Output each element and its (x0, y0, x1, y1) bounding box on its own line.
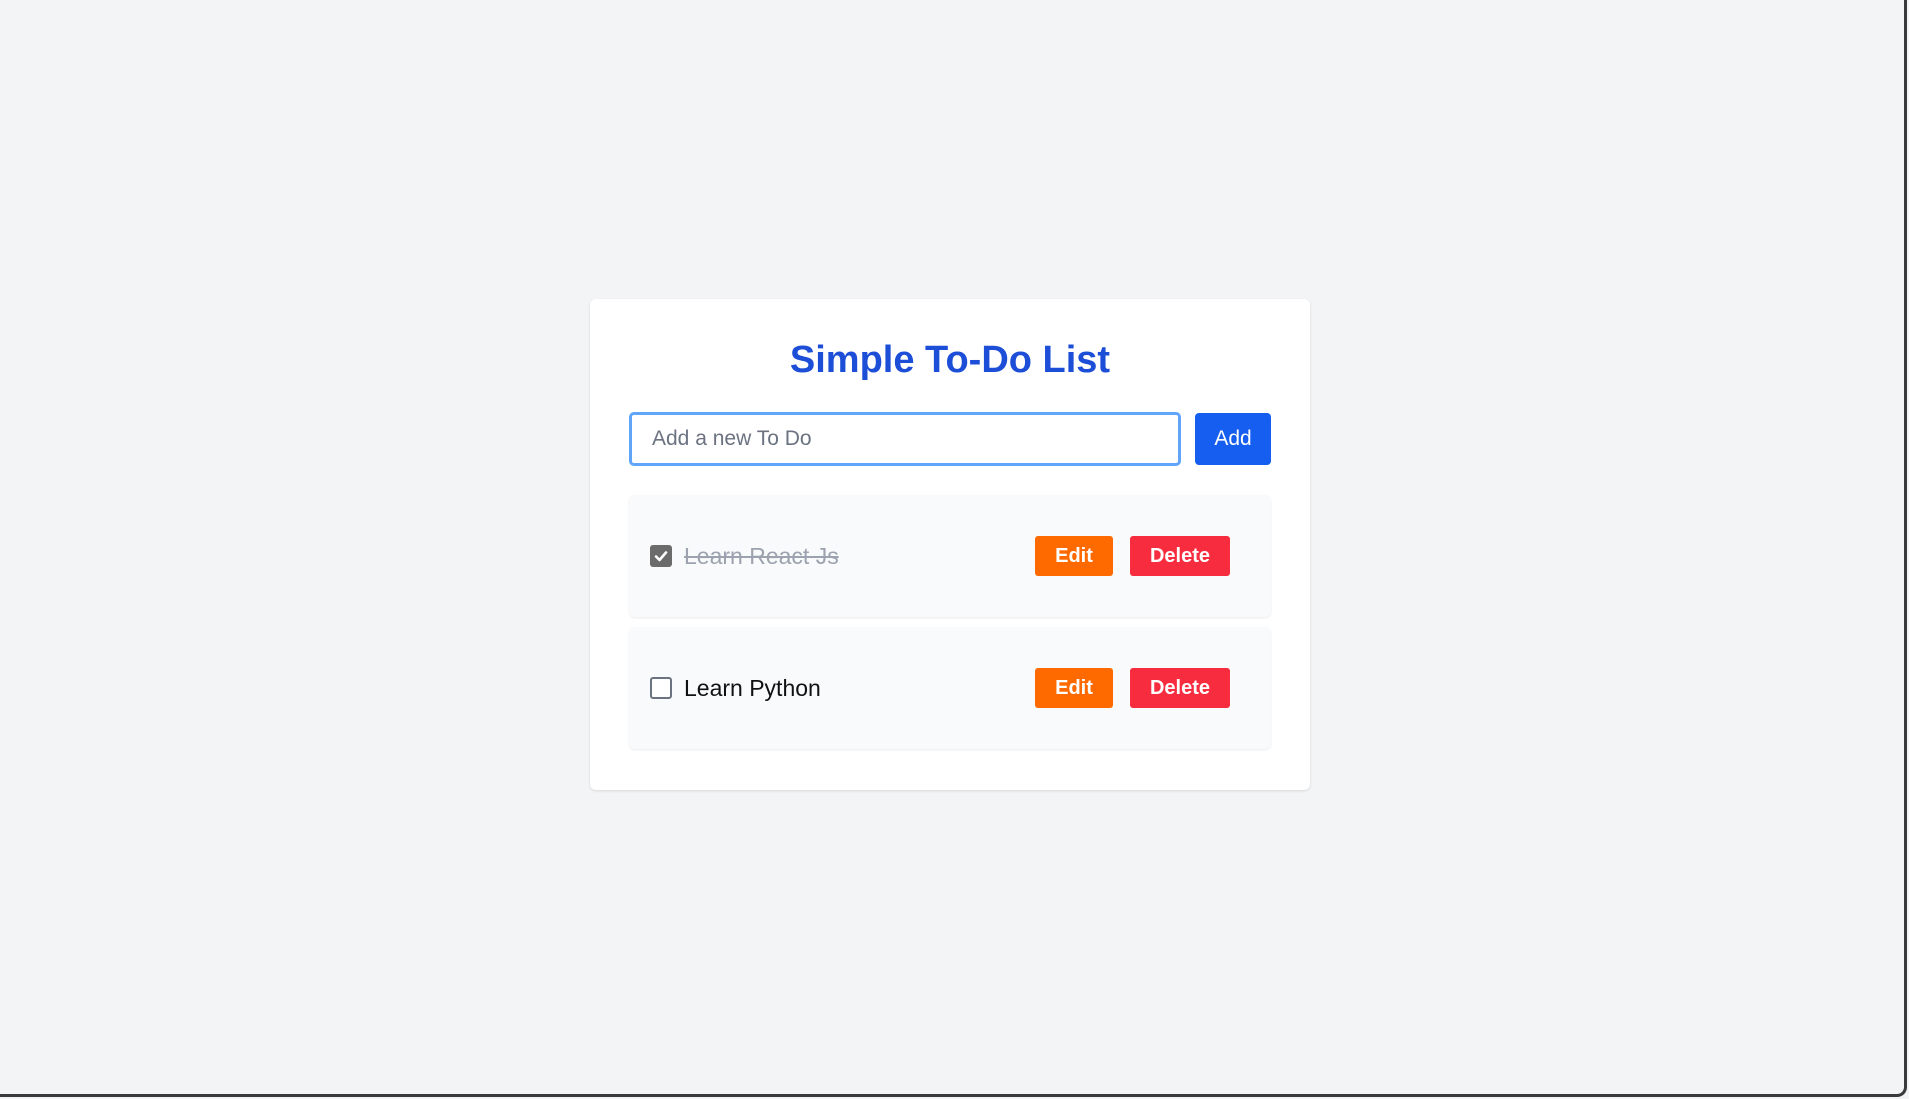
todo-item: Learn Python Edit Delete (629, 627, 1271, 749)
browser-viewport: Simple To-Do List Add Learn React Js Edi… (0, 0, 1907, 1097)
checkmark-icon (654, 551, 668, 562)
todo-card: Simple To-Do List Add Learn React Js Edi… (590, 299, 1310, 790)
todo-list: Learn React Js Edit Delete Learn Python … (629, 495, 1271, 749)
todo-text: Learn React Js (684, 542, 839, 569)
todo-checkbox-unchecked[interactable] (650, 677, 672, 699)
todo-text: Learn Python (684, 674, 821, 701)
new-todo-input[interactable] (629, 412, 1181, 466)
edit-button[interactable]: Edit (1035, 668, 1113, 708)
page-title: Simple To-Do List (789, 339, 1111, 381)
edit-button[interactable]: Edit (1035, 536, 1113, 576)
delete-button[interactable]: Delete (1130, 668, 1230, 708)
todo-item: Learn React Js Edit Delete (629, 495, 1271, 617)
add-button[interactable]: Add (1195, 413, 1271, 465)
todo-checkbox-checked[interactable] (650, 545, 672, 567)
add-todo-form: Add (629, 412, 1271, 466)
delete-button[interactable]: Delete (1130, 536, 1230, 576)
